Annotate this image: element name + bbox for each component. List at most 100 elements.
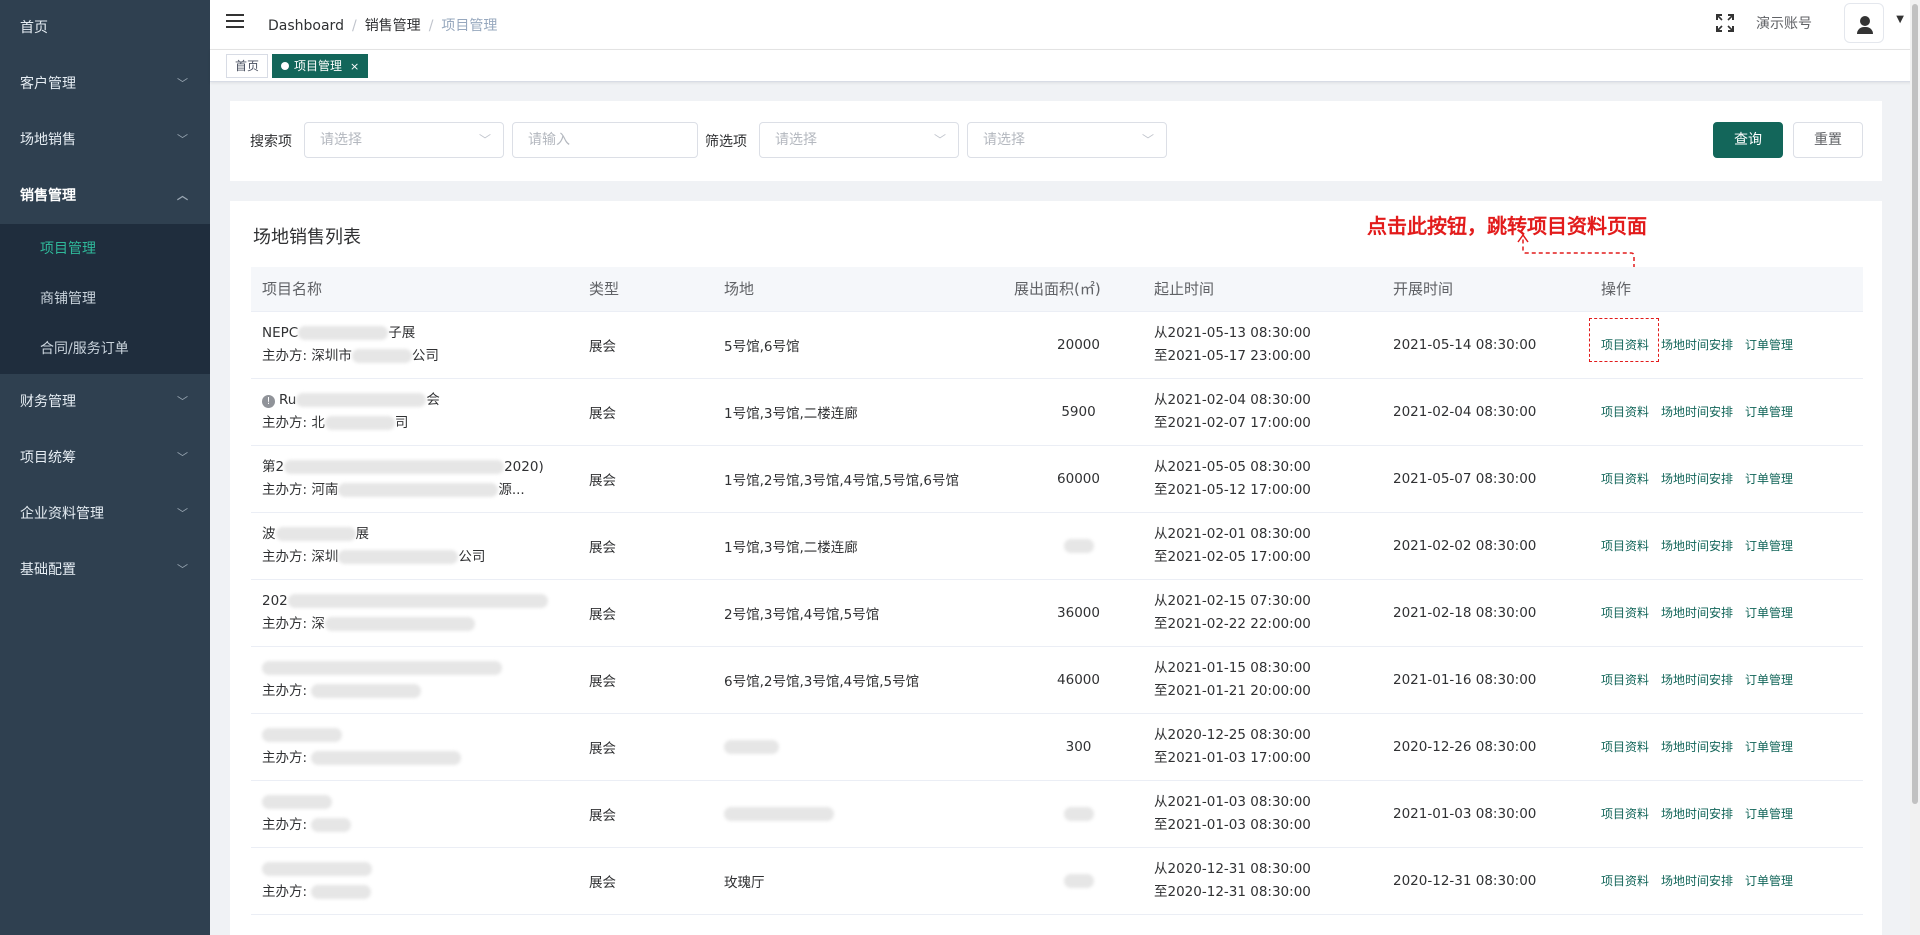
cell-venue: 玫瑰厅: [713, 847, 1003, 915]
col-start-time: 开展时间: [1382, 267, 1590, 312]
organizer: 主办方:: [262, 747, 578, 770]
warning-icon: !: [262, 394, 275, 408]
cell-type: 展会: [578, 646, 713, 714]
close-icon[interactable]: ×: [350, 60, 359, 73]
submenu-item-project[interactable]: 项目管理: [0, 224, 210, 274]
action-project-info-link[interactable]: 项目资料: [1601, 740, 1649, 754]
action-venue-schedule-link[interactable]: 场地时间安排: [1661, 740, 1733, 754]
action-project-info-link[interactable]: 项目资料: [1601, 673, 1649, 687]
filter-select-1[interactable]: 请选择 ﹀: [759, 122, 959, 158]
cell-type: 展会: [578, 311, 713, 379]
fullscreen-icon[interactable]: [1716, 14, 1734, 32]
action-order-management-link[interactable]: 订单管理: [1745, 338, 1793, 352]
cell-venue: [713, 713, 1003, 781]
action-order-management-link[interactable]: 订单管理: [1745, 874, 1793, 888]
menu-base-config[interactable]: 基础配置 ﹀: [0, 542, 210, 598]
tag-home[interactable]: 首页: [226, 54, 269, 78]
menu-venue-sales[interactable]: 场地销售 ﹀: [0, 112, 210, 168]
menu-finance[interactable]: 财务管理 ﹀: [0, 374, 210, 430]
action-venue-schedule-link[interactable]: 场地时间安排: [1661, 338, 1733, 352]
cell-actions: 项目资料 场地时间安排 订单管理: [1590, 847, 1863, 915]
menu-home[interactable]: 首页: [0, 0, 210, 56]
action-order-management-link[interactable]: 订单管理: [1745, 807, 1793, 821]
submenu-item-shop[interactable]: 商铺管理: [0, 274, 210, 324]
cell-actions: 项目资料 场地时间安排 订单管理: [1590, 378, 1863, 446]
list-title: 场地销售列表: [253, 227, 361, 248]
action-order-management-link[interactable]: 订单管理: [1745, 405, 1793, 419]
menu-customer[interactable]: 客户管理 ﹀: [0, 56, 210, 112]
action-label: 项目资料: [1601, 740, 1650, 754]
account-name[interactable]: 演示账号: [1756, 13, 1812, 33]
submenu-item-contract[interactable]: 合同/服务订单: [0, 324, 210, 374]
action-order-management-link[interactable]: 订单管理: [1745, 740, 1793, 754]
redacted-text: [338, 549, 459, 564]
action-venue-schedule-link[interactable]: 场地时间安排: [1661, 539, 1733, 553]
reset-button[interactable]: 重置: [1793, 122, 1863, 158]
action-venue-schedule-link[interactable]: 场地时间安排: [1661, 606, 1733, 620]
redacted-text: [324, 616, 475, 631]
filter-item-label: 筛选项: [705, 134, 747, 150]
period-to: 至2021-02-22 22:00:00: [1154, 615, 1311, 632]
action-project-info-link[interactable]: 项目资料: [1601, 874, 1649, 888]
menu-label: 首页: [20, 20, 48, 36]
cell-period: 从2021-05-05 08:30:00 至2021-05-12 17:00:00: [1143, 445, 1382, 513]
cell-venue: 6号馆,2号馆,3号馆,4号馆,5号馆: [713, 646, 1003, 714]
search-panel: 搜索项 请选择 ﹀ 请输入 筛选项 请选择 ﹀ 请选择 ﹀ 查询 重置: [230, 101, 1882, 181]
search-item-label: 搜索项: [250, 134, 292, 150]
area-text: 46000: [1057, 671, 1100, 688]
filter-select-2[interactable]: 请选择 ﹀: [967, 122, 1167, 158]
action-venue-schedule-link[interactable]: 场地时间安排: [1661, 807, 1733, 821]
organizer-start: 主办方: 深: [262, 615, 325, 632]
organizer-start: 主办方: 深圳市: [262, 347, 352, 364]
action-project-info-link[interactable]: 项目资料: [1601, 472, 1649, 486]
cell-period: 从2021-01-15 08:30:00 至2021-01-21 20:00:00: [1143, 646, 1382, 714]
period-from: 从2021-02-01 08:30:00: [1154, 525, 1311, 542]
action-order-management-link[interactable]: 订单管理: [1745, 606, 1793, 620]
area-text: 20000: [1057, 336, 1100, 353]
organizer: 主办方: 北 司: [262, 412, 578, 435]
cell-project-name: 主办方:: [251, 646, 578, 714]
cell-actions: 项目资料 场地时间安排 订单管理: [1589, 311, 1863, 379]
redacted-text: [1063, 873, 1094, 888]
avatar[interactable]: [1844, 3, 1884, 43]
action-order-management-link[interactable]: 订单管理: [1745, 472, 1793, 486]
action-project-info-link[interactable]: 项目资料: [1601, 606, 1649, 620]
period-from: 从2020-12-31 08:30:00: [1154, 860, 1311, 877]
search-input[interactable]: 请输入: [512, 122, 698, 158]
action-project-info-link[interactable]: 项目资料: [1601, 405, 1649, 419]
action-project-info-link[interactable]: 项目资料: [1601, 539, 1649, 553]
organizer-start: 主办方:: [262, 682, 312, 699]
action-venue-schedule-link[interactable]: 场地时间安排: [1661, 405, 1733, 419]
chevron-down-icon: ﹀: [177, 507, 188, 520]
caret-down-icon[interactable]: ▼: [1896, 14, 1904, 25]
menu-sales-management[interactable]: 销售管理 ︿: [0, 168, 210, 224]
period-from: 从2021-01-15 08:30:00: [1154, 659, 1311, 676]
page-scrollbar[interactable]: [1910, 0, 1920, 935]
table-row: 波展主办方: 深圳 公司 展会 1号馆,3号馆,二楼连廊 从2021-02-01 08:…: [251, 512, 1863, 580]
search-item-select[interactable]: 请选择 ﹀: [304, 122, 504, 158]
action-order-management-link[interactable]: 订单管理: [1745, 539, 1793, 553]
project-name: [262, 724, 578, 747]
action-venue-schedule-link[interactable]: 场地时间安排: [1661, 673, 1733, 687]
hamburger-icon[interactable]: [226, 14, 244, 30]
scrollbar-thumb[interactable]: [1912, 4, 1918, 804]
tag-project-management[interactable]: 项目管理 ×: [272, 54, 369, 78]
menu-enterprise[interactable]: 企业资料管理 ﹀: [0, 486, 210, 542]
query-button[interactable]: 查询: [1713, 122, 1783, 158]
action-venue-schedule-link[interactable]: 场地时间安排: [1661, 874, 1733, 888]
cell-project-name: ! Ru 会主办方: 北 司: [251, 378, 578, 446]
action-venue-schedule-link[interactable]: 场地时间安排: [1661, 472, 1733, 486]
redacted-text: [262, 794, 332, 809]
period-to: 至2021-01-03 08:30:00: [1154, 816, 1311, 833]
venue-text: 6号馆,2号馆,3号馆,4号馆,5号馆: [724, 673, 920, 690]
col-period: 起止时间: [1143, 267, 1382, 312]
chevron-down-icon: ﹀: [177, 451, 188, 464]
venue-text: 玫瑰厅: [724, 874, 765, 891]
menu-project-plan[interactable]: 项目统筹 ﹀: [0, 430, 210, 486]
breadcrumb-dashboard[interactable]: Dashboard: [268, 18, 344, 34]
period-from: 从2021-02-15 07:30:00: [1154, 592, 1311, 609]
action-project-info-link[interactable]: 项目资料: [1601, 807, 1649, 821]
breadcrumb-separator: /: [428, 18, 434, 34]
action-order-management-link[interactable]: 订单管理: [1745, 673, 1793, 687]
action-project-info-link[interactable]: 项目资料: [1589, 318, 1659, 362]
